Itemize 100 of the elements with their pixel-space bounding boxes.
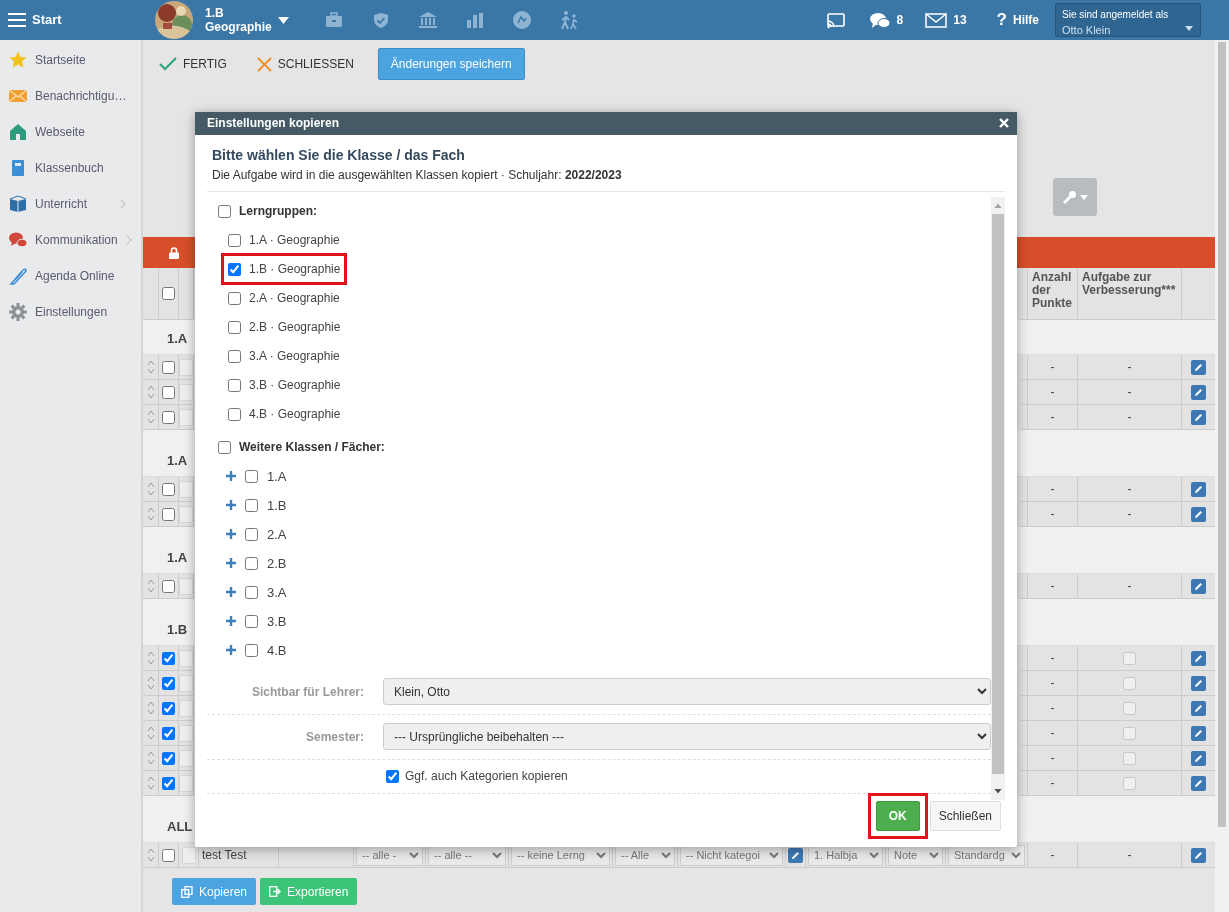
sort-handle-icon[interactable]: [146, 847, 155, 863]
row-checkbox[interactable]: [162, 360, 175, 374]
sort-handle-icon[interactable]: [146, 384, 155, 400]
input-field[interactable]: [179, 577, 193, 595]
bank-icon[interactable]: [418, 11, 439, 29]
checkbox[interactable]: [228, 320, 241, 334]
sort-handle-icon[interactable]: [146, 675, 155, 691]
edit-button[interactable]: [1191, 409, 1206, 425]
select-all-checkbox[interactable]: [162, 287, 175, 300]
expand-icon[interactable]: [226, 471, 236, 482]
circle-logo-icon[interactable]: [513, 11, 532, 29]
edit-button[interactable]: [1191, 578, 1206, 594]
sort-handle-icon[interactable]: [146, 578, 155, 594]
sort-handle-icon[interactable]: [146, 650, 155, 666]
sort-handle-icon[interactable]: [146, 481, 155, 497]
input-field[interactable]: [179, 383, 193, 401]
checkbox[interactable]: [245, 614, 258, 628]
row-checkbox[interactable]: [162, 676, 175, 690]
expand-icon[interactable]: [226, 587, 236, 598]
briefcase-icon[interactable]: [325, 12, 344, 28]
sidebar-item[interactable]: Einstellungen: [0, 294, 141, 330]
login-dropdown[interactable]: Sie sind angemeldet als Otto Klein: [1055, 3, 1201, 37]
checkbox[interactable]: [245, 585, 258, 599]
scrollbar[interactable]: [991, 196, 1005, 800]
expand-icon[interactable]: [226, 645, 236, 656]
checkbox[interactable]: [245, 527, 258, 541]
shield-icon[interactable]: [372, 11, 391, 29]
row-checkbox[interactable]: [162, 726, 175, 740]
checkbox[interactable]: [228, 349, 241, 363]
input-field[interactable]: [179, 699, 193, 717]
edit-button[interactable]: [1191, 847, 1206, 863]
row-checkbox[interactable]: [162, 482, 175, 496]
input-field[interactable]: [179, 505, 193, 523]
sort-handle-icon[interactable]: [146, 750, 155, 766]
input-field[interactable]: [179, 649, 193, 667]
sort-handle-icon[interactable]: [146, 409, 155, 425]
input-field[interactable]: [179, 674, 193, 692]
sidebar-item[interactable]: Benachrichtigu…: [0, 78, 141, 114]
sidebar-item[interactable]: Webseite: [0, 114, 141, 150]
checkbox[interactable]: [218, 440, 231, 454]
checkbox[interactable]: [218, 204, 231, 218]
sidebar-item[interactable]: Startseite: [0, 42, 141, 78]
close-button[interactable]: SCHLIESSEN: [250, 54, 360, 74]
edit-button[interactable]: [1191, 359, 1206, 375]
checkbox[interactable]: [228, 291, 241, 305]
input-field[interactable]: [179, 358, 193, 376]
copy-button[interactable]: Kopieren: [172, 878, 257, 905]
sort-handle-icon[interactable]: [146, 775, 155, 791]
sidebar-item[interactable]: Kommunikation: [0, 222, 141, 258]
edit-button[interactable]: [1191, 384, 1206, 400]
sort-handle-icon[interactable]: [146, 359, 155, 375]
row-checkbox[interactable]: [162, 385, 175, 399]
input-field[interactable]: [179, 749, 193, 767]
checkbox[interactable]: [228, 378, 241, 392]
checkbox[interactable]: [245, 643, 258, 657]
dropdown[interactable]: --- Ursprüngliche beibehalten ---: [383, 723, 991, 751]
sidebar-item[interactable]: Agenda Online: [0, 258, 141, 294]
row-checkbox[interactable]: [162, 410, 175, 424]
row-checkbox[interactable]: [162, 848, 175, 862]
mail-button[interactable]: 13: [917, 11, 975, 29]
dropdown[interactable]: Klein, Otto: [383, 678, 991, 706]
edit-button[interactable]: [1191, 675, 1206, 691]
cast-icon[interactable]: [825, 11, 846, 29]
row-checkbox[interactable]: [162, 507, 175, 521]
bar-chart-icon[interactable]: [466, 11, 485, 29]
checkbox[interactable]: [386, 769, 399, 783]
expand-icon[interactable]: [226, 500, 236, 511]
save-button[interactable]: Änderungen speichern: [377, 48, 525, 80]
sidebar-item[interactable]: Unterricht: [0, 186, 141, 222]
sort-handle-icon[interactable]: [146, 700, 155, 716]
close-button[interactable]: Schließen: [929, 801, 1001, 832]
edit-button[interactable]: [1191, 775, 1206, 791]
edit-button[interactable]: [1191, 650, 1206, 666]
edit-button[interactable]: [1191, 700, 1206, 716]
help-button[interactable]: ? Hilfe: [988, 7, 1047, 33]
input-field[interactable]: [181, 846, 196, 864]
input-field[interactable]: [179, 408, 193, 426]
edit-button[interactable]: [1191, 481, 1206, 497]
row-checkbox[interactable]: [162, 579, 175, 593]
input-field[interactable]: [179, 774, 193, 792]
row-checkbox[interactable]: [162, 751, 175, 765]
checkbox[interactable]: [228, 262, 241, 276]
row-checkbox[interactable]: [162, 776, 175, 790]
row-checkbox[interactable]: [162, 701, 175, 715]
expand-icon[interactable]: [226, 616, 236, 627]
ok-button[interactable]: OK: [875, 801, 920, 832]
edit-button[interactable]: [788, 847, 803, 863]
chat-button[interactable]: 8: [861, 11, 912, 29]
checkbox[interactable]: [228, 233, 241, 247]
close-button[interactable]: [999, 118, 1009, 129]
checkbox[interactable]: [245, 469, 258, 483]
menu-button[interactable]: Start: [0, 10, 143, 30]
sort-handle-icon[interactable]: [146, 506, 155, 522]
done-button[interactable]: FERTIG: [153, 54, 233, 74]
expand-icon[interactable]: [226, 529, 236, 540]
expand-icon[interactable]: [226, 558, 236, 569]
edit-button[interactable]: [1191, 750, 1206, 766]
sort-handle-icon[interactable]: [146, 725, 155, 741]
checkbox[interactable]: [245, 556, 258, 570]
checkbox[interactable]: [228, 407, 241, 421]
